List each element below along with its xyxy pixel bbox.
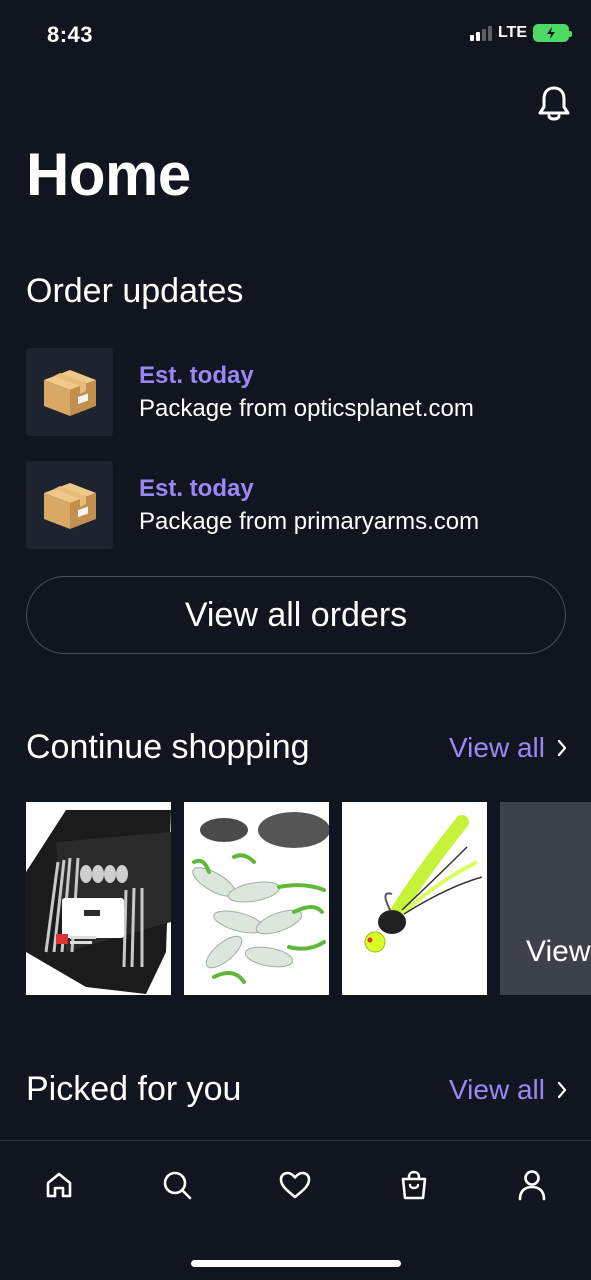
tab-favorites[interactable] xyxy=(265,1165,325,1205)
page-title: Home xyxy=(26,141,191,208)
bell-icon xyxy=(538,86,570,121)
shopping-bag-icon xyxy=(401,1170,426,1200)
tab-search[interactable] xyxy=(147,1165,207,1205)
product-card[interactable] xyxy=(184,802,329,995)
chevron-right-icon xyxy=(557,1081,567,1099)
continue-shopping-view-all-link[interactable]: View all xyxy=(449,732,567,764)
view-more-card[interactable]: View xyxy=(500,802,591,995)
signal-icon xyxy=(469,25,492,41)
status-indicators: LTE xyxy=(469,24,572,42)
order-description: Package from opticsplanet.com xyxy=(139,395,474,422)
view-all-label: View all xyxy=(449,732,545,763)
network-label: LTE xyxy=(497,24,527,41)
home-icon xyxy=(46,1172,72,1198)
view-all-label: View all xyxy=(449,1074,545,1105)
profile-icon xyxy=(518,1170,546,1201)
order-row[interactable]: Est. today Package from primaryarms.com xyxy=(26,461,566,549)
view-all-orders-button[interactable]: View all orders xyxy=(26,576,566,654)
package-box-icon xyxy=(26,348,113,436)
order-description: Package from primaryarms.com xyxy=(139,508,480,535)
battery-icon xyxy=(533,24,572,42)
order-eta: Est. today xyxy=(139,362,254,389)
continue-shopping-title: Continue shopping xyxy=(26,728,310,766)
status-bar: 8:43 LTE xyxy=(0,0,591,70)
home-indicator[interactable] xyxy=(191,1260,401,1267)
tab-home[interactable] xyxy=(29,1165,89,1205)
chevron-right-icon xyxy=(557,739,567,757)
product-card[interactable] xyxy=(26,802,171,995)
soft-plastic-grubs-image xyxy=(184,802,329,995)
tab-orders[interactable] xyxy=(384,1165,444,1205)
search-icon xyxy=(163,1171,192,1200)
order-updates-title: Order updates xyxy=(26,272,244,310)
status-time: 8:43 xyxy=(47,22,94,47)
order-eta: Est. today xyxy=(139,475,254,502)
tab-profile[interactable] xyxy=(502,1165,562,1205)
utensil-roll-kit-image xyxy=(26,802,171,995)
picked-for-you-view-all-link[interactable]: View all xyxy=(449,1074,567,1106)
picked-for-you-title: Picked for you xyxy=(26,1070,242,1108)
order-row[interactable]: Est. today Package from opticsplanet.com xyxy=(26,348,566,436)
product-card[interactable] xyxy=(342,802,487,995)
heart-icon xyxy=(280,1171,311,1199)
continue-shopping-carousel[interactable]: View xyxy=(26,802,591,995)
notifications-button[interactable] xyxy=(536,84,572,124)
package-box-icon xyxy=(26,461,113,549)
chartreuse-fishing-jig-image xyxy=(342,802,487,995)
tab-bar xyxy=(0,1141,591,1241)
view-more-label: View xyxy=(526,935,591,968)
